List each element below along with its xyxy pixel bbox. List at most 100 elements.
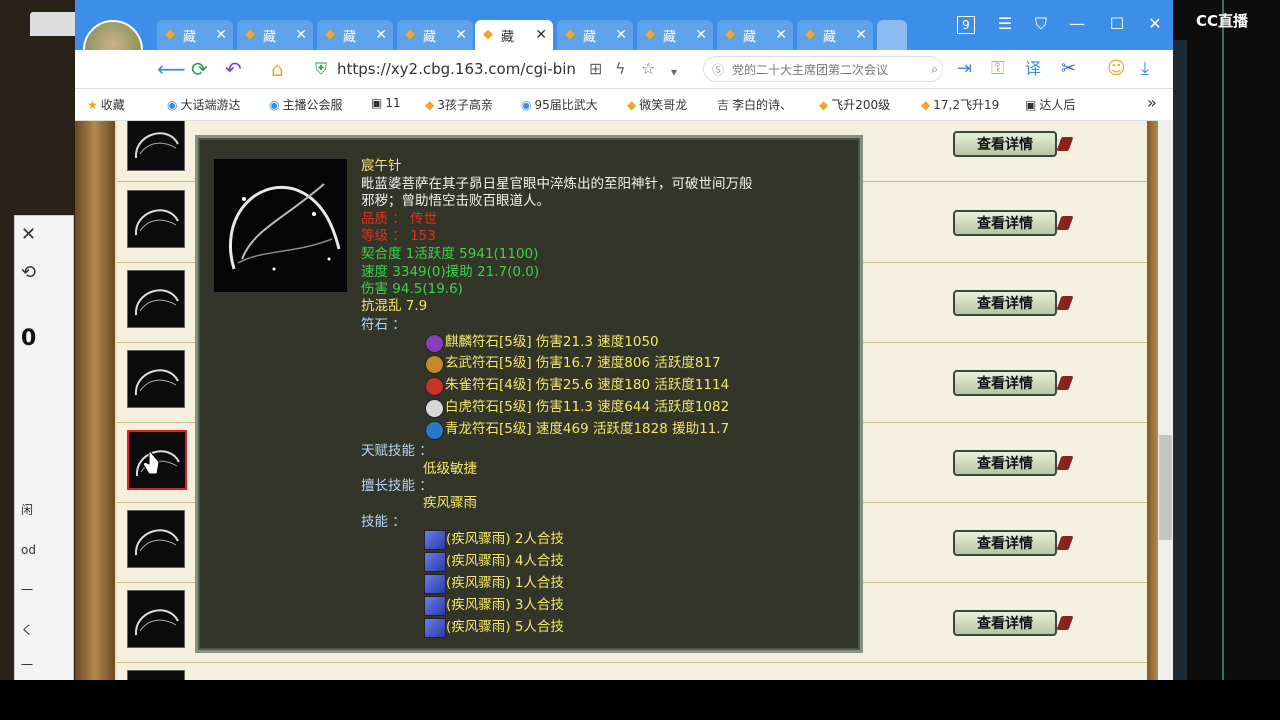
browser-tab[interactable]: ◆ 藏 ✕ bbox=[237, 20, 313, 50]
skill-line: (疾风骤雨) 5人合技 bbox=[446, 619, 564, 635]
close-icon[interactable]: ✕ bbox=[535, 27, 547, 43]
globe-icon: ◉ bbox=[167, 97, 178, 112]
item-thumbnail[interactable] bbox=[127, 121, 185, 171]
close-icon[interactable]: ✕ bbox=[375, 27, 387, 43]
minimize-icon[interactable]: — bbox=[1065, 14, 1089, 33]
star-icon: ★ bbox=[87, 97, 98, 112]
search-icon[interactable]: ⌕ bbox=[931, 62, 938, 77]
game-icon: ◆ bbox=[425, 97, 435, 112]
globe-icon: ◉ bbox=[269, 97, 280, 112]
translate-icon[interactable]: 译 bbox=[1025, 58, 1041, 80]
item-name: 宸午针 bbox=[361, 158, 402, 174]
item-stats: 抗混乱 7.9 bbox=[361, 298, 428, 314]
close-icon[interactable]: ✕ bbox=[455, 27, 467, 43]
browser-tab[interactable]: ◆ 藏 ✕ bbox=[397, 20, 473, 50]
home-icon[interactable]: ⌂ bbox=[271, 58, 284, 80]
close-icon[interactable]: ✕ bbox=[855, 27, 867, 43]
talent-value: 低级敏捷 bbox=[423, 461, 477, 477]
game-icon: ◆ bbox=[245, 27, 255, 42]
divider bbox=[1222, 0, 1224, 680]
scrollbar[interactable] bbox=[1158, 120, 1173, 680]
close-icon[interactable]: ✕ bbox=[295, 27, 307, 43]
item-thumbnail[interactable] bbox=[127, 270, 185, 328]
bookmark-item[interactable]: ◆ 3孩子高亲 bbox=[425, 96, 493, 113]
login-icon[interactable]: ⇥ bbox=[957, 58, 972, 80]
menu-icon[interactable]: ☰ bbox=[993, 14, 1017, 33]
back-icon[interactable]: ⟵ bbox=[157, 58, 186, 80]
history-icon[interactable]: ⟲ bbox=[15, 262, 73, 283]
bookmark-item[interactable]: 吉李白的诗、 bbox=[717, 96, 792, 113]
qr-icon[interactable]: ⊞ bbox=[589, 58, 602, 80]
bookmark-item[interactable]: ◆ 微笑哥龙 bbox=[627, 96, 687, 113]
bookmark-item[interactable]: ◆ 17,2飞升19 bbox=[921, 96, 999, 113]
rune-line: 白虎符石[5级] 伤害11.3 速度644 活跃度1082 bbox=[445, 399, 730, 415]
emoji-icon[interactable]: ☺ bbox=[1107, 58, 1126, 80]
item-thumbnail-selected[interactable] bbox=[127, 430, 187, 490]
game-icon: ◆ bbox=[627, 97, 637, 112]
bookmark-item[interactable]: ◉ 主播公会服 bbox=[269, 96, 343, 113]
skill-icon bbox=[424, 618, 446, 638]
browser-tab[interactable]: ◆ 藏 ✕ bbox=[797, 20, 873, 50]
browser-tab-active[interactable]: ◆ 藏 ✕ bbox=[475, 20, 553, 50]
key-icon[interactable]: ⚿ bbox=[991, 58, 1005, 80]
side-panel-item[interactable]: od bbox=[15, 543, 73, 557]
side-panel-item[interactable]: く bbox=[15, 621, 73, 638]
refresh-icon[interactable]: ⟳ bbox=[191, 58, 208, 80]
bookmark-item[interactable]: ▣ 11 bbox=[371, 96, 401, 110]
view-details-button[interactable]: 查看详情 bbox=[953, 131, 1057, 157]
talent-label: 天赋技能 ： bbox=[361, 443, 433, 459]
view-details-button[interactable]: 查看详情 bbox=[953, 370, 1057, 396]
browser-tab[interactable]: ◆ 藏 ✕ bbox=[717, 20, 793, 50]
scrollbar-thumb[interactable] bbox=[1159, 435, 1172, 540]
browser-tab[interactable]: ◆ 藏 ✕ bbox=[157, 20, 233, 50]
side-panel-item[interactable]: 一 bbox=[15, 656, 73, 673]
item-thumbnail[interactable] bbox=[127, 350, 185, 408]
side-panel-item[interactable]: 一 bbox=[15, 581, 73, 598]
view-details-button[interactable]: 查看详情 bbox=[953, 610, 1057, 636]
browser-tab[interactable]: ◆ 藏 ✕ bbox=[317, 20, 393, 50]
bookmark-item[interactable]: ◉ 大话端游达 bbox=[167, 96, 241, 113]
scissors-icon[interactable]: ✂ bbox=[1061, 58, 1076, 80]
bookmark-item[interactable]: ▣ 达人后 bbox=[1025, 96, 1075, 113]
bookmarks-bar: ★ 收藏 ◉ 大话端游达 ◉ 主播公会服 ▣ 11 ◆ 3孩子高亲 ◉ 95届比武大 ◆ 微笑… bbox=[75, 89, 1173, 121]
item-thumbnail[interactable] bbox=[127, 510, 185, 568]
view-details-button[interactable]: 查看详情 bbox=[953, 210, 1057, 236]
side-panel-item[interactable]: 闲 bbox=[15, 501, 73, 518]
address-bar[interactable]: ⛨ https://xy2.cbg.163.com/cgi-bin bbox=[315, 56, 595, 82]
new-tab-button[interactable] bbox=[877, 20, 907, 50]
item-thumbnail[interactable] bbox=[127, 590, 185, 648]
close-icon[interactable]: ✕ bbox=[215, 27, 227, 43]
close-window-icon[interactable]: ✕ bbox=[1143, 14, 1167, 33]
item-image bbox=[213, 158, 348, 293]
close-icon[interactable]: ✕ bbox=[775, 27, 787, 43]
runes-label: 符石 ： bbox=[361, 317, 406, 333]
bookmark-item[interactable]: ◉ 95届比武大 bbox=[521, 96, 598, 113]
search-input[interactable]: Ⓢ 党的二十大主席团第二次会议 ⌕ bbox=[703, 56, 943, 82]
bookmark-item[interactable]: ◆ 飞升200级 bbox=[819, 96, 890, 113]
maximize-icon[interactable]: ☐ bbox=[1105, 14, 1129, 33]
undo-icon[interactable]: ↶ bbox=[225, 58, 242, 80]
item-thumbnail[interactable] bbox=[127, 190, 185, 248]
browser-tab[interactable]: ◆ 藏 ✕ bbox=[557, 20, 633, 50]
browser-tab[interactable]: ◆ 藏 ✕ bbox=[637, 20, 713, 50]
item-thumbnail[interactable] bbox=[127, 670, 185, 680]
skin-icon[interactable]: ⛉ bbox=[1029, 14, 1053, 34]
game-icon: ◆ bbox=[325, 27, 335, 42]
download-icon[interactable]: ⤓ bbox=[1141, 58, 1149, 80]
background-window-tab[interactable] bbox=[30, 12, 75, 36]
chevron-down-icon[interactable]: ▾ bbox=[671, 61, 677, 83]
close-icon[interactable]: ✕ bbox=[615, 27, 627, 43]
view-details-button[interactable]: 查看详情 bbox=[953, 530, 1057, 556]
close-icon[interactable]: ✕ bbox=[15, 224, 73, 245]
star-icon[interactable]: ☆ bbox=[641, 58, 655, 80]
search-engine-icon: Ⓢ bbox=[712, 62, 725, 77]
close-icon[interactable]: ✕ bbox=[695, 27, 707, 43]
window-count-badge[interactable]: 9 bbox=[957, 16, 975, 34]
game-icon: ◆ bbox=[805, 27, 815, 42]
more-bookmarks-icon[interactable]: » bbox=[1147, 93, 1157, 112]
lightning-icon[interactable]: ϟ bbox=[615, 58, 626, 80]
url-text[interactable]: https://xy2.cbg.163.com/cgi-bin bbox=[337, 60, 576, 78]
bookmark-item[interactable]: ★ 收藏 bbox=[87, 96, 125, 113]
view-details-button[interactable]: 查看详情 bbox=[953, 450, 1057, 476]
view-details-button[interactable]: 查看详情 bbox=[953, 290, 1057, 316]
